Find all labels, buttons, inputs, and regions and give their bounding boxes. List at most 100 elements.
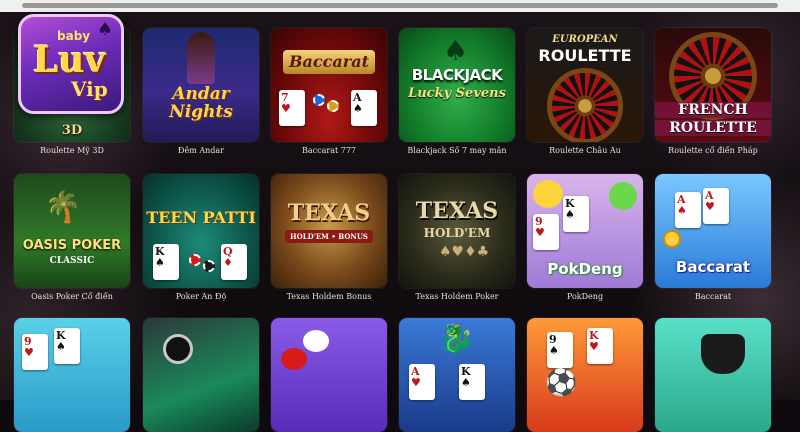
game-tile-texas-holdem-poker[interactable]: TEXAS HOLD'EM ♠♥♦♣ Texas Holdem Poker [399,174,515,301]
brand-logo[interactable]: baby Luv Vip ♠ [18,14,124,114]
card-icon: A ♠ [675,192,701,228]
card-icon: K ♠ [54,328,80,364]
art-title: TEXAS [287,200,371,226]
game-thumbnail[interactable]: EUROPEAN ROULETTE [527,28,643,142]
game-tile-oasis-poker[interactable]: 🌴 OASIS POKER CLASSIC Oasis Poker Cổ điể… [14,174,130,301]
palm-tree-icon: 🌴 [44,190,82,225]
card-suits-icon: ♠♥♦♣ [439,244,490,260]
game-thumbnail[interactable]: 🐉 A ♥ K ♠ [399,318,515,432]
art-title: FRENCH [655,102,771,118]
art-title: EUROPEAN [552,34,618,45]
game-thumbnail[interactable] [655,318,771,432]
game-caption: Baccarat [694,292,732,301]
logo-brand-text: Luv [33,39,106,81]
card-icon: A ♠ [351,90,377,126]
game-caption: Roulette cổ điển Pháp [668,146,758,155]
game-caption: Baccarat 777 [302,146,356,155]
spade-icon: ♠ [443,34,469,67]
game-thumbnail[interactable]: K ♠ 9 ♥ PokDeng [527,174,643,288]
game-thumbnail[interactable] [143,318,259,432]
puck-icon [303,330,329,352]
art-subtitle: HOLD'EM [423,226,491,240]
horizontal-scrollbar[interactable] [0,0,800,12]
game-tile-partial-5[interactable]: 9 ♠ K ♥ ⚽ [527,318,643,432]
game-tile-partial-2[interactable] [143,318,259,432]
art-title: TEEN PATTI [146,208,256,227]
game-caption: Đêm Andar [178,146,224,155]
art-subtitle: CLASSIC [49,256,95,266]
dice-cup-icon [701,334,745,374]
game-thumbnail[interactable]: 🌴 OASIS POKER CLASSIC [14,174,130,288]
game-caption: Texas Holdem Poker [415,292,499,301]
game-caption: Roulette Châu Âu [549,146,621,155]
game-thumbnail[interactable]: FRENCH ROULETTE [655,28,771,142]
game-tile-french-roulette[interactable]: FRENCH ROULETTE Roulette cổ điển Pháp [655,28,771,155]
game-caption: Texas Holdem Bonus [286,292,372,301]
game-tile-baccarat[interactable]: A ♠ A ♥ Baccarat Baccarat [655,174,771,301]
character-figure [187,32,215,84]
game-tile-partial-3[interactable] [271,318,387,432]
card-icon: Q ♦ [221,244,247,280]
game-tile-dem-andar[interactable]: Andar Nights Đêm Andar [143,28,259,155]
chip-icon [189,254,201,266]
card-icon: K ♠ [563,196,589,232]
game-tile-texas-holdem-bonus[interactable]: TEXAS HOLD'EM • BONUS Texas Holdem Bonus [271,174,387,301]
logo-sub-text: Vip [71,77,108,101]
chip-icon [313,94,325,106]
art-subtitle: ROULETTE [538,46,632,65]
mascot-green-icon [609,182,637,210]
mascot-yellow-icon [533,180,563,208]
game-caption: Blackjack Số 7 may mắn [407,146,507,155]
art-title: Baccarat [675,258,751,276]
card-icon: A ♥ [703,188,729,224]
puck-icon [163,334,193,364]
card-icon: 9 ♥ [22,334,48,370]
art-title: Andar Nights [169,84,233,122]
game-caption: Roulette Mỹ 3D [40,146,104,155]
chip-icon [327,100,339,112]
art-title: PokDeng [547,260,623,278]
game-thumbnail[interactable]: Baccarat 7 ♥ A ♠ [271,28,387,142]
card-icon: 9 ♥ [533,214,559,250]
game-caption: PokDeng [566,292,604,301]
soccer-ball-icon: ⚽ [545,368,578,398]
art-title: BLACKJACK [411,66,503,84]
art-title: 3D [61,123,83,138]
art-title: OASIS POKER [22,238,122,253]
game-tile-pokdeng[interactable]: K ♠ 9 ♥ PokDeng PokDeng [527,174,643,301]
coin-icon [663,230,681,248]
art-title: TEXAS [415,198,499,224]
game-thumbnail[interactable]: TEXAS HOLD'EM ♠♥♦♣ [399,174,515,288]
game-thumbnail[interactable]: TEEN PATTI K ♠ Q ♦ [143,174,259,288]
game-tile-partial-1[interactable]: 9 ♥ K ♠ [14,318,130,432]
card-icon: A ♥ [409,364,435,400]
game-thumbnail[interactable]: Andar Nights [143,28,259,142]
spade-icon: ♠ [97,19,114,40]
game-caption: Oasis Poker Cổ điển [31,292,113,301]
card-icon: 7 ♥ [279,90,305,126]
card-icon: K ♥ [587,328,613,364]
game-tile-partial-4[interactable]: 🐉 A ♥ K ♠ [399,318,515,432]
scrollbar-thumb[interactable] [22,3,778,8]
game-thumbnail[interactable]: BLACKJACK Lucky Sevens ♠ [399,28,515,142]
game-thumbnail[interactable]: 9 ♥ K ♠ [14,318,130,432]
game-tile-european-roulette[interactable]: EUROPEAN ROULETTE Roulette Châu Âu [527,28,643,155]
game-tile-blackjack-lucky-sevens[interactable]: BLACKJACK Lucky Sevens ♠ Blackjack Số 7 … [399,28,515,155]
game-grid: 3D Roulette Mỹ 3D baby Luv Vip ♠ Andar N… [14,14,786,432]
game-thumbnail[interactable]: 9 ♠ K ♥ ⚽ [527,318,643,432]
game-tile-teen-patti[interactable]: TEEN PATTI K ♠ Q ♦ Poker Ấn Độ [143,174,259,301]
game-tile-partial-6[interactable] [655,318,771,432]
game-caption: Poker Ấn Độ [175,292,227,301]
game-tile-baccarat-777[interactable]: Baccarat 7 ♥ A ♠ Baccarat 777 [271,28,387,155]
game-thumbnail[interactable] [271,318,387,432]
chip-icon [203,260,215,272]
puck-icon [281,348,307,370]
game-thumbnail[interactable]: TEXAS HOLD'EM • BONUS [271,174,387,288]
game-thumbnail[interactable]: A ♠ A ♥ Baccarat [655,174,771,288]
art-title: Baccarat [289,52,369,71]
art-subtitle: HOLD'EM • BONUS [285,230,373,243]
art-subtitle: Lucky Sevens [408,86,506,101]
dragon-icon: 🐉 [439,322,474,355]
art-subtitle: ROULETTE [655,120,771,136]
card-icon: K ♠ [459,364,485,400]
